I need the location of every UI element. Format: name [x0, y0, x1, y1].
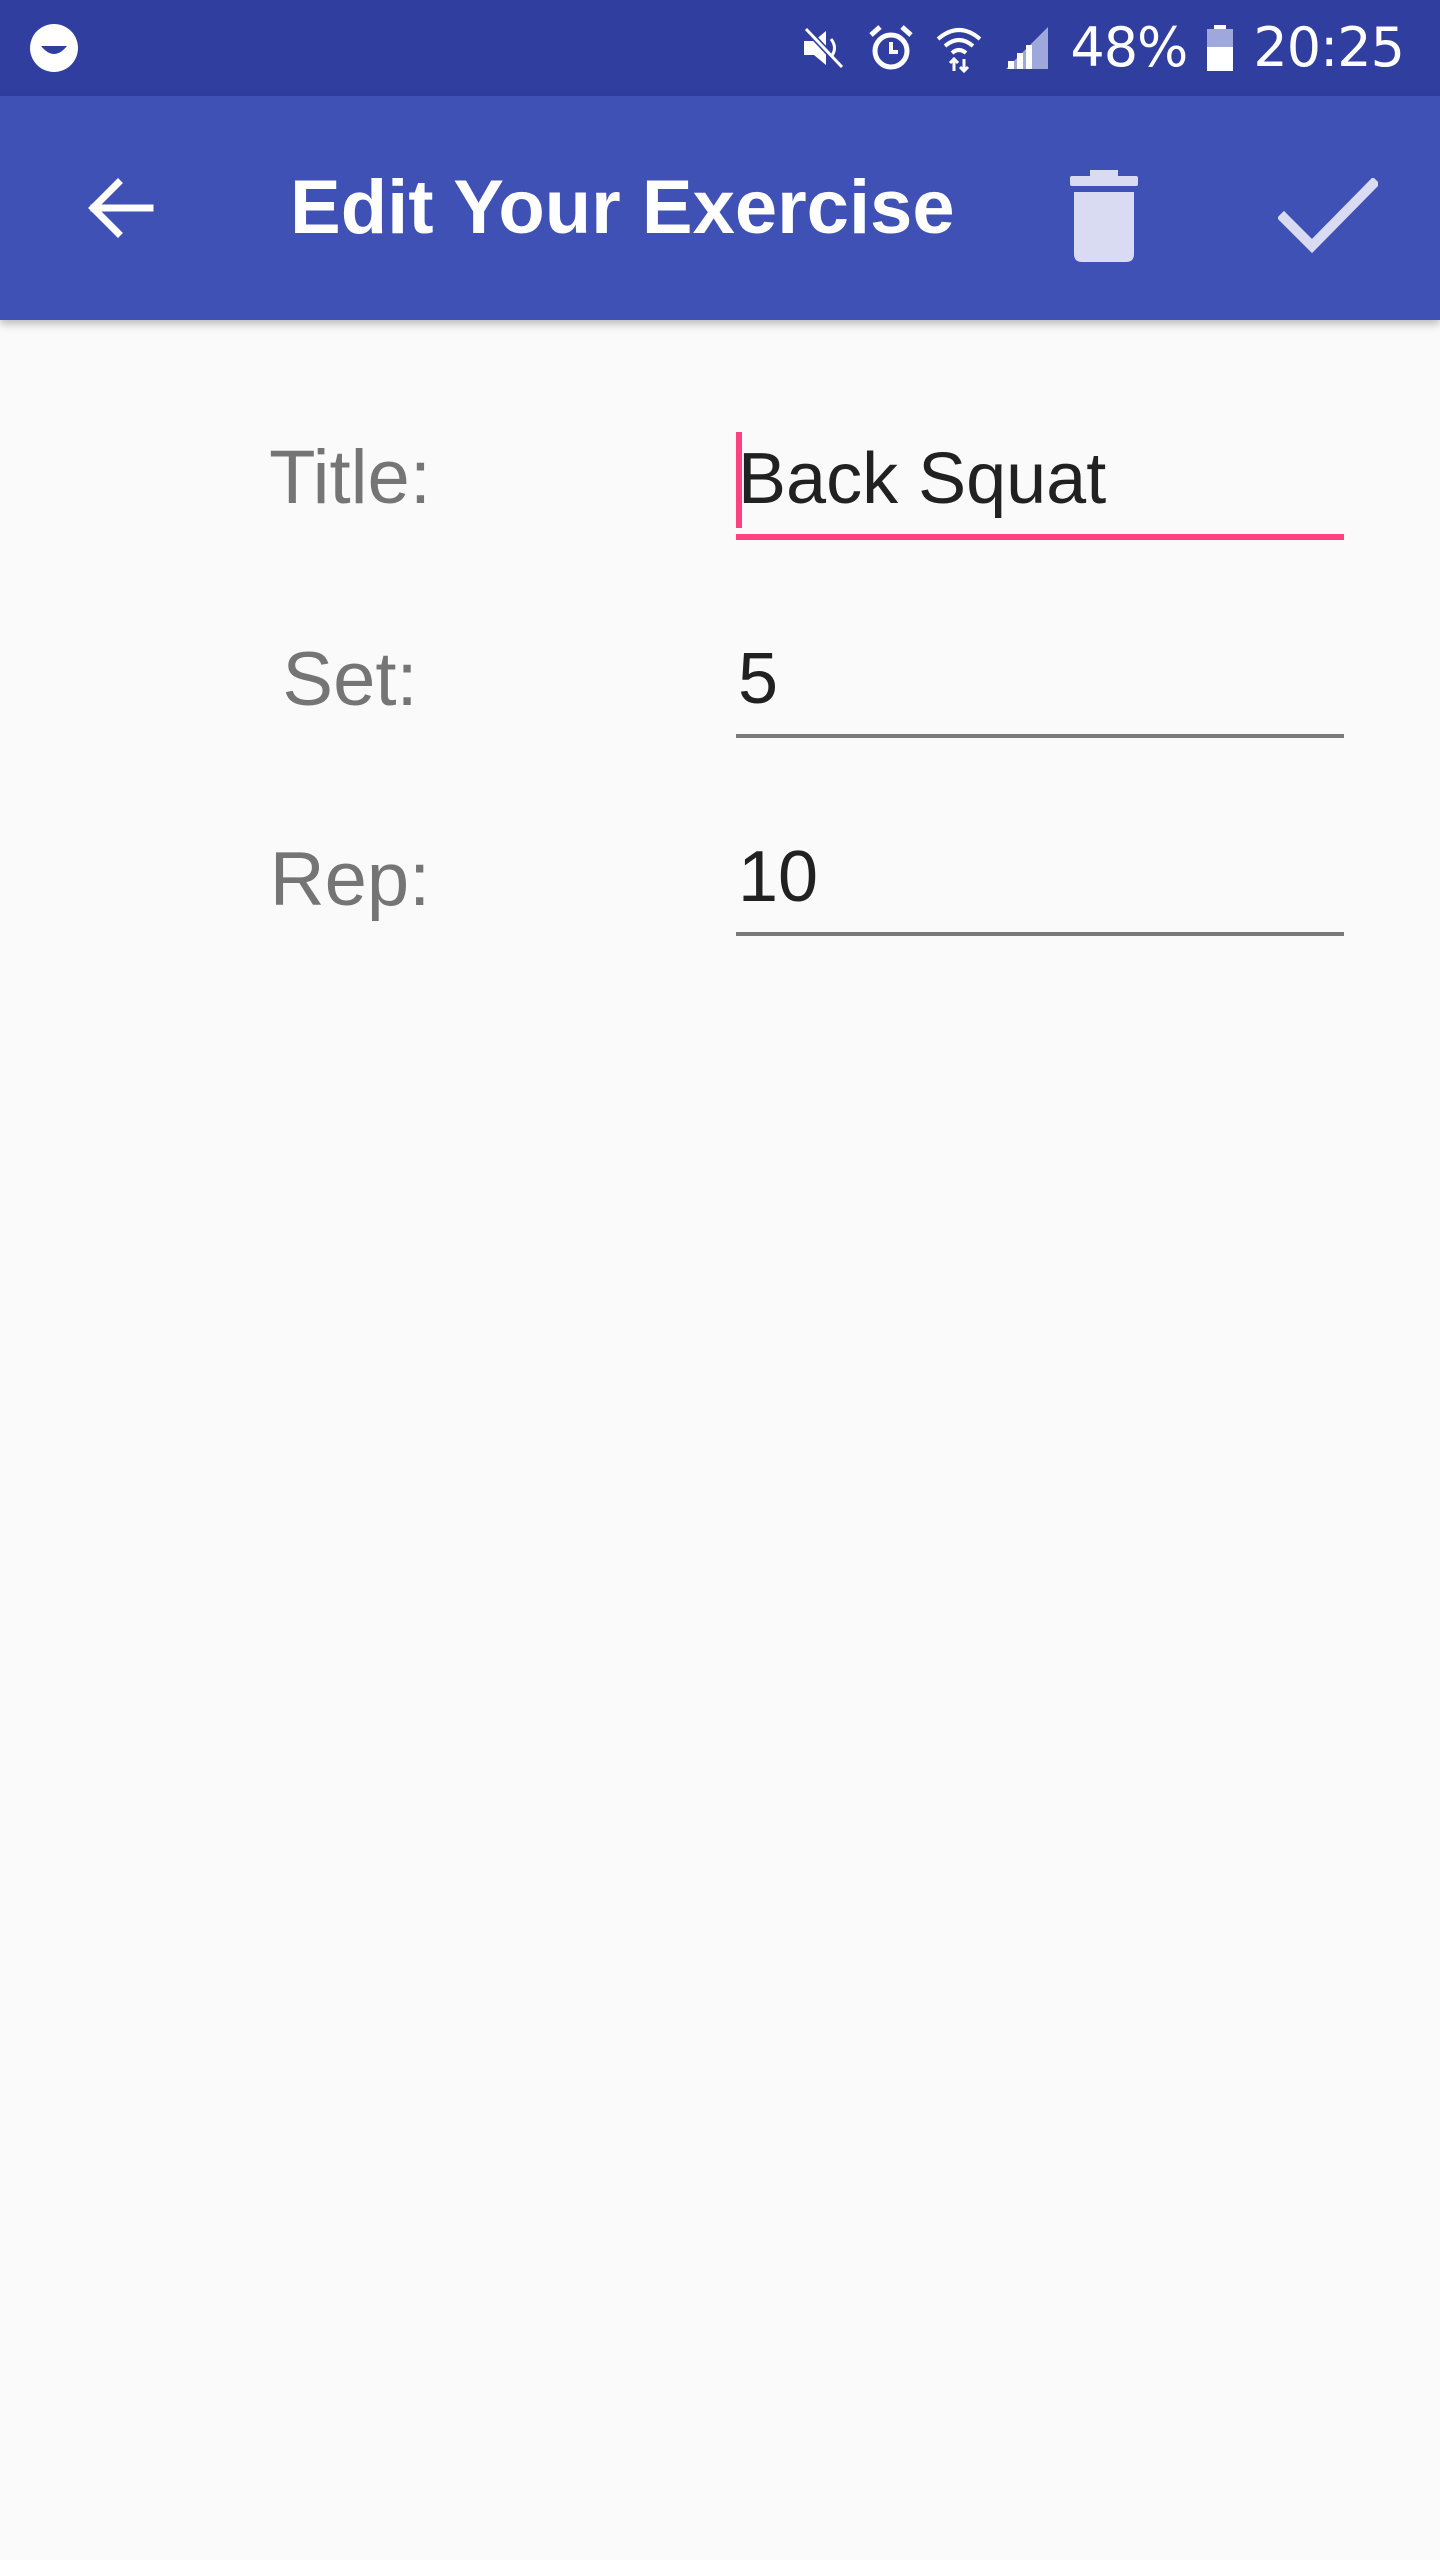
status-icons: 48% 20:25	[798, 0, 1405, 96]
rep-input[interactable]	[736, 822, 1344, 932]
clock: 20:25	[1253, 16, 1405, 79]
rep-underline	[736, 932, 1344, 936]
set-input[interactable]	[736, 624, 1344, 734]
rep-row: Rep:	[0, 808, 1440, 988]
arrow-back-icon	[88, 178, 154, 238]
wifi-icon	[937, 28, 982, 73]
trash-icon	[1070, 170, 1138, 262]
delete-button[interactable]	[1044, 156, 1164, 276]
set-row: Set:	[0, 610, 1440, 790]
title-underline	[736, 534, 1344, 540]
page-title: Edit Your Exercise	[290, 165, 955, 250]
title-row: Title:	[0, 410, 1440, 590]
title-field[interactable]	[736, 424, 1344, 540]
signal-icon	[1006, 27, 1049, 69]
edit-exercise-screen: 48% 20:25 Edit Your Exercise Title: Back…	[0, 0, 1440, 2560]
text-cursor	[736, 432, 742, 528]
battery-icon	[1207, 25, 1234, 71]
app-bar: Edit Your Exercise	[0, 96, 1440, 320]
set-field[interactable]	[736, 624, 1344, 738]
title-label: Title:	[269, 435, 431, 520]
back-button[interactable]	[64, 152, 176, 264]
rep-field[interactable]	[736, 822, 1344, 936]
notification-face-icon	[30, 24, 78, 72]
title-input[interactable]	[736, 424, 1344, 534]
set-label: Set:	[282, 637, 418, 722]
check-icon	[1278, 178, 1378, 254]
rep-label: Rep:	[269, 837, 431, 922]
set-underline	[736, 734, 1344, 738]
status-bar: 48% 20:25	[0, 0, 1440, 96]
battery-percent: 48%	[1070, 16, 1188, 79]
mute-icon	[804, 26, 845, 70]
confirm-button[interactable]	[1264, 152, 1392, 280]
alarm-icon	[869, 25, 914, 70]
